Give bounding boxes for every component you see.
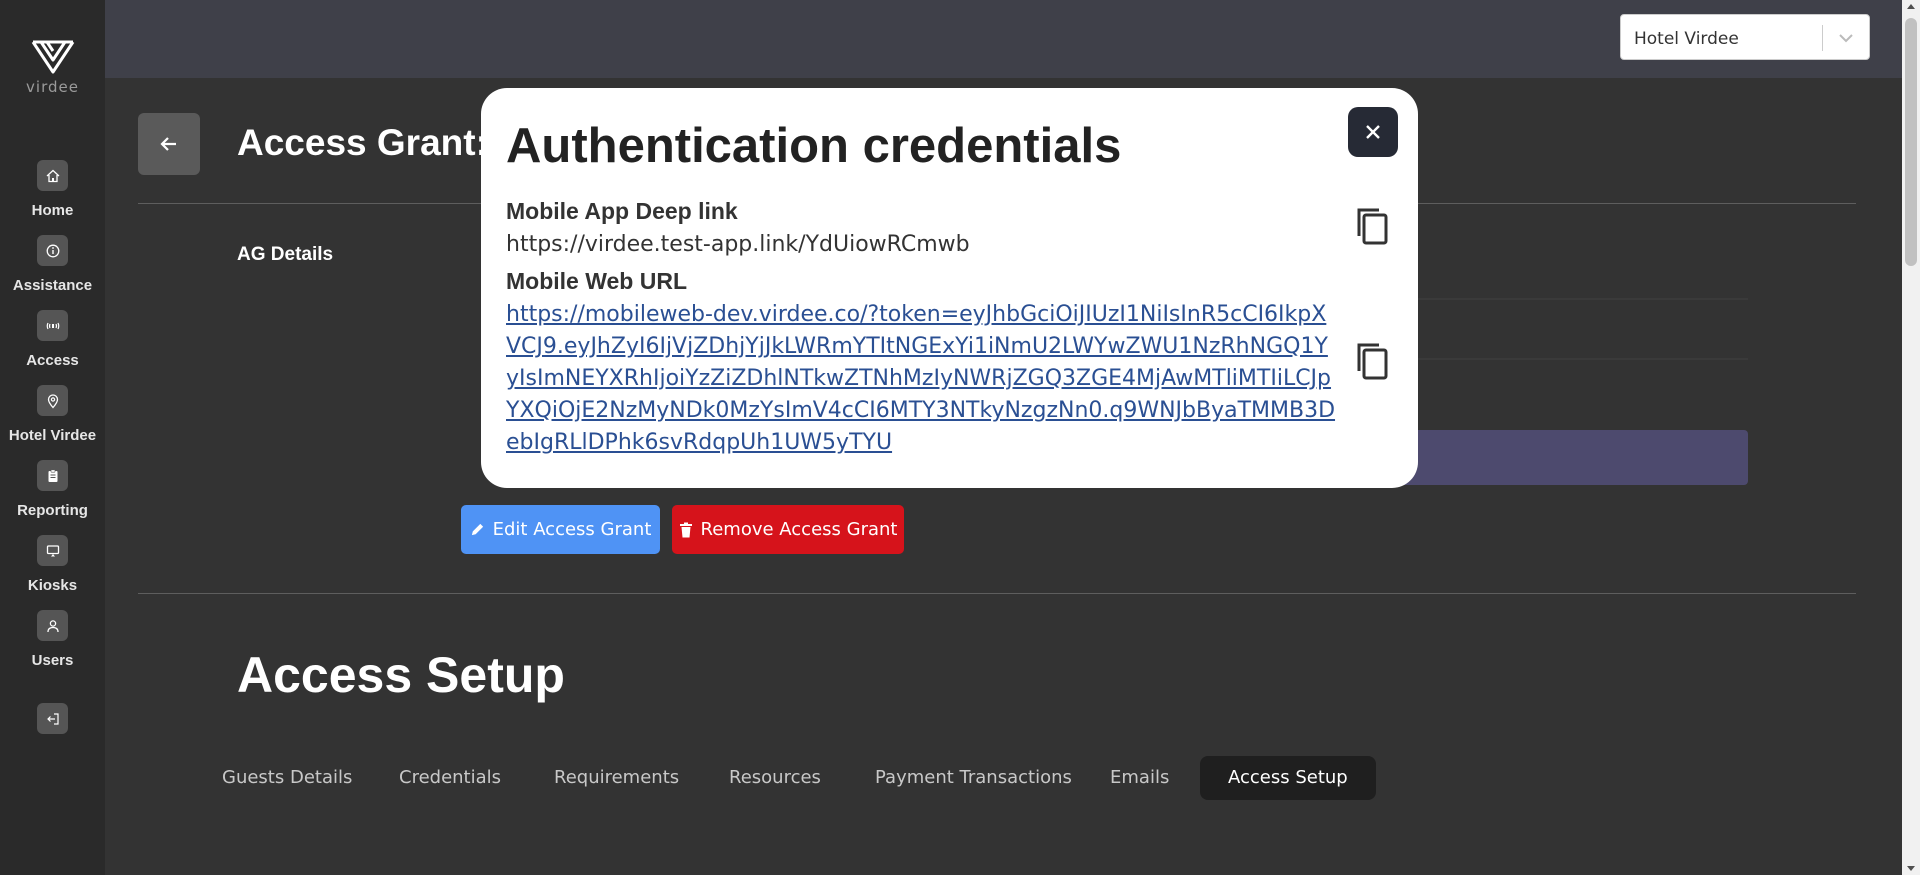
remove-access-grant-button[interactable]: Remove Access Grant [672,505,904,554]
chevron-down-icon[interactable] [1835,27,1857,49]
home-icon [37,160,68,191]
logo[interactable]: virdee [0,40,105,96]
auth-credentials-modal: Authentication credentials Mobile App De… [481,88,1418,488]
modal-title: Authentication credentials [506,119,1122,173]
sidebar-item-assistance[interactable]: Assistance [0,235,105,294]
logo-text: virdee [26,78,79,96]
highlight-bar [1380,430,1748,485]
hotel-select-value: Hotel Virdee [1634,29,1739,49]
location-pin-icon [37,385,68,416]
copy-icon[interactable] [1354,341,1390,381]
nfc-icon [37,310,68,341]
field-underline [1380,358,1748,360]
clipboard-icon [37,460,68,491]
tab-payment-transactions[interactable]: Payment Transactions [875,756,1072,800]
select-separator [1822,25,1823,51]
sidebar-item-label: Users [31,652,74,669]
sidebar-item-reporting[interactable]: Reporting [0,460,105,519]
field-underline [1380,298,1748,300]
sidebar-item-label: Hotel Virdee [8,427,97,444]
sidebar-item-label: Home [31,202,74,219]
section-divider [138,593,1856,594]
ag-details-heading: AG Details [237,244,334,265]
remove-button-label: Remove Access Grant [700,519,898,540]
sidebar-item-label: Kiosks [27,577,78,594]
trash-icon [679,522,692,537]
tab-emails[interactable]: Emails [1110,756,1169,800]
page-title: Access Grant: [237,122,488,163]
modal-close-button[interactable] [1348,107,1398,157]
user-icon [37,610,68,641]
scroll-down-icon[interactable] [1907,866,1915,871]
tab-access-setup[interactable]: Access Setup [1200,756,1376,800]
sidebar-item-label: Assistance [12,277,93,294]
edit-button-label: Edit Access Grant [492,519,652,540]
web-url-link[interactable]: https://mobileweb-dev.virdee.co/?token=e… [506,299,1336,459]
scroll-thumb[interactable] [1905,18,1917,266]
web-url-label: Mobile Web URL [506,268,688,294]
deep-link-value: https://virdee.test-app.link/YdUiowRCmwb [506,232,970,257]
tab-credentials[interactable]: Credentials [399,756,501,800]
sidebar-item-users[interactable]: Users [0,610,105,669]
top-bar: Hotel Virdee [105,0,1902,78]
sidebar-item-label: Access [26,352,79,369]
sidebar: virdee Home Assistance Access Hotel Vird… [0,0,105,875]
monitor-icon [37,535,68,566]
sidebar-item-home[interactable]: Home [0,160,105,219]
copy-icon[interactable] [1354,206,1390,246]
tab-requirements[interactable]: Requirements [554,756,679,800]
sidebar-item-label: Reporting [17,502,88,519]
sidebar-item-access[interactable]: Access [0,310,105,369]
back-button[interactable] [138,113,200,175]
tab-guests-details[interactable]: Guests Details [222,756,352,800]
edit-access-grant-button[interactable]: Edit Access Grant [461,505,660,554]
arrow-left-icon [160,137,176,151]
close-icon [1366,125,1380,139]
virdee-logo-icon [31,40,74,74]
deep-link-label: Mobile App Deep link [506,198,738,224]
pencil-icon [471,523,483,536]
info-icon [37,235,68,266]
sidebar-item-hotel-virdee[interactable]: Hotel Virdee [0,385,105,444]
page-scrollbar[interactable] [1902,0,1920,875]
hotel-select[interactable]: Hotel Virdee [1620,14,1870,60]
section-title: Access Setup [237,647,565,703]
logout-icon [37,703,68,734]
sidebar-item-kiosks[interactable]: Kiosks [0,535,105,594]
tab-resources[interactable]: Resources [729,756,821,800]
logout-button[interactable] [0,703,105,734]
scroll-up-icon[interactable] [1907,4,1915,9]
